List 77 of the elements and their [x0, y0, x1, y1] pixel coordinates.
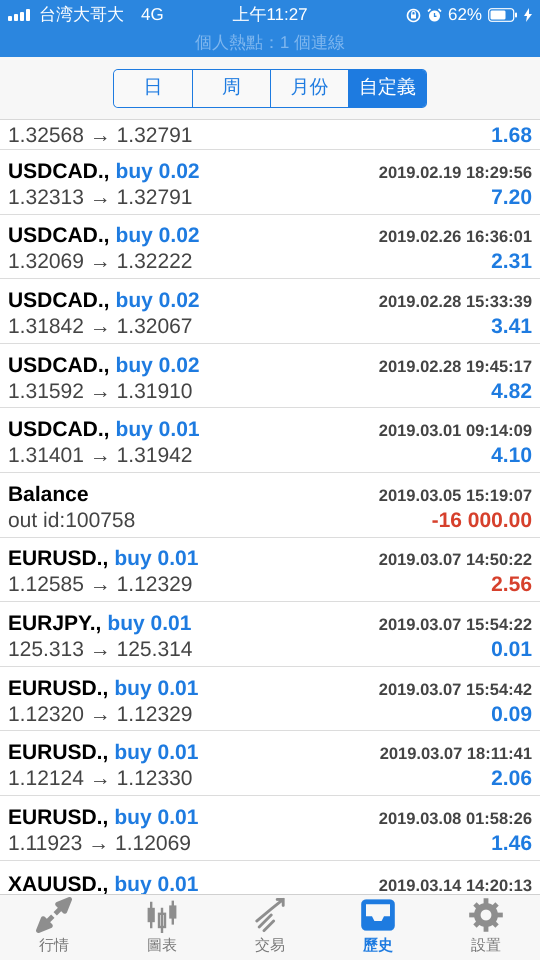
- price-range: 1.32313 → 1.32791: [8, 184, 192, 211]
- symbol: XAUUSD.,: [8, 872, 108, 895]
- order-type: buy 0.01: [114, 676, 198, 702]
- price-range: 1.31401 → 1.31942: [8, 443, 192, 470]
- battery-icon: [488, 8, 518, 22]
- symbol: Balance: [8, 482, 89, 508]
- close-time: 2019.03.05 15:19:07: [378, 486, 532, 507]
- close-time: 2019.03.07 14:50:22: [378, 550, 532, 572]
- close-time: 2019.02.26 16:36:01: [378, 227, 532, 248]
- alarm-icon: [426, 8, 442, 22]
- price-range: 1.12320 → 1.12329: [8, 702, 192, 728]
- profit: 1.46: [491, 830, 532, 857]
- symbol: EURUSD.,: [8, 676, 108, 702]
- price-range: 125.313 → 125.314: [8, 636, 192, 663]
- price-range: 1.12124 → 1.12330: [8, 766, 192, 792]
- profit: 4.82: [491, 378, 532, 405]
- symbol: USDCAD.,: [8, 158, 110, 185]
- settings-icon: [468, 897, 504, 934]
- period-tab[interactable]: 自定義: [348, 70, 426, 106]
- close-time: 2019.02.28 15:33:39: [378, 292, 532, 313]
- close-time: 2019.02.19 18:29:56: [378, 162, 532, 184]
- network-type: 4G: [141, 4, 164, 26]
- nav-tab[interactable]: 歷史: [324, 895, 432, 960]
- close-time: 2019.03.14 14:20:13: [378, 876, 532, 895]
- nav-tab[interactable]: 設置: [432, 895, 540, 960]
- order-type: buy 0.02: [116, 158, 200, 185]
- order-type: buy 0.01: [114, 872, 198, 895]
- price-range: 1.11923 → 1.12069: [8, 830, 191, 857]
- nav-tab[interactable]: 行情: [0, 895, 108, 960]
- order-type: buy 0.01: [114, 740, 198, 766]
- profit: 2.31: [491, 249, 532, 276]
- close-time: 2019.02.28 19:45:17: [378, 356, 532, 378]
- profit: 0.01: [491, 636, 532, 663]
- charging-icon: [524, 8, 532, 22]
- rotation-lock-icon: [406, 8, 421, 22]
- symbol: USDCAD.,: [8, 352, 110, 379]
- price-range: 1.31842 → 1.32067: [8, 314, 192, 340]
- close-time: 2019.03.08 01:58:26: [378, 808, 532, 830]
- profit: 2.56: [491, 572, 532, 598]
- close-time: 2019.03.01 09:14:09: [378, 421, 532, 442]
- order-type: buy 0.02: [116, 352, 200, 379]
- price-range: 1.32069 → 1.32222: [8, 249, 192, 276]
- symbol: USDCAD.,: [8, 417, 110, 444]
- close-time: 2019.03.07 15:54:42: [378, 680, 532, 701]
- deal-id: out id:100758: [8, 508, 136, 534]
- order-type: buy 0.02: [116, 288, 200, 314]
- order-type: buy 0.01: [114, 546, 198, 572]
- profit: 1.68: [491, 122, 532, 148]
- symbol: EURJPY.,: [8, 610, 102, 637]
- arrows-icon: [36, 897, 72, 934]
- symbol: USDCAD.,: [8, 223, 110, 250]
- carrier-name: 台湾大哥大: [39, 4, 124, 26]
- nav-tab[interactable]: 交易: [216, 895, 324, 960]
- close-time: 2019.03.07 18:11:41: [380, 744, 532, 766]
- symbol: EURUSD.,: [8, 546, 108, 572]
- profit: 2.06: [491, 766, 532, 792]
- inbox-icon: [360, 897, 396, 934]
- close-time: 2019.03.07 15:54:22: [378, 614, 532, 636]
- order-type: buy 0.01: [114, 804, 198, 831]
- price-range: 1.12585 → 1.12329: [8, 572, 192, 598]
- price-range: 1.32568 → 1.32791: [8, 122, 192, 148]
- nav-tab[interactable]: 圖表: [108, 895, 216, 960]
- order-type: buy 0.02: [116, 223, 200, 250]
- symbol: EURUSD.,: [8, 804, 108, 831]
- order-type: buy 0.01: [107, 610, 192, 637]
- hotspot-label: 個人熱點：1 個連線: [194, 32, 346, 54]
- symbol: USDCAD.,: [8, 288, 110, 314]
- profit: 7.20: [491, 184, 532, 211]
- battery-percent: 62%: [448, 4, 482, 26]
- profit: 4.10: [491, 443, 532, 470]
- price-range: 1.31592 → 1.31910: [8, 378, 192, 405]
- profit: 0.09: [491, 702, 532, 728]
- profit: 3.41: [491, 314, 532, 340]
- symbol: EURUSD.,: [8, 740, 108, 766]
- clock: 上午11:27: [231, 4, 309, 26]
- order-type: buy 0.01: [116, 417, 200, 444]
- profit: -16 000.00: [432, 508, 532, 534]
